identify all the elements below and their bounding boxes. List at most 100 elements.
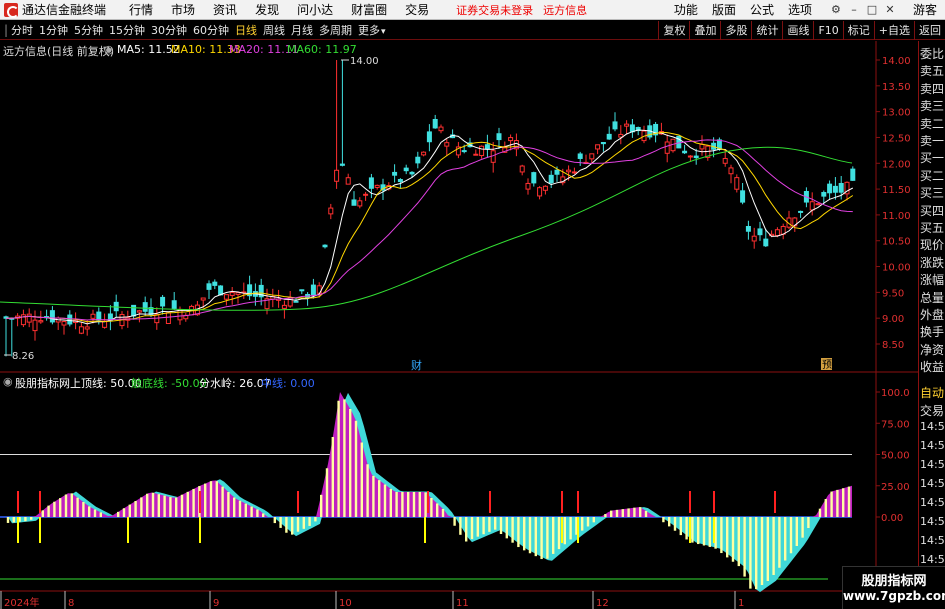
ma20-line	[5, 139, 853, 321]
candle-body	[821, 192, 827, 197]
period-weekly[interactable]: 周线	[263, 22, 285, 38]
maximize-icon[interactable]: □	[865, 3, 879, 16]
menu-bar: 通达信金融终端 行情 市场 资讯 发现 问小达 财富圈 交易 证券交易未登录 远…	[0, 0, 945, 20]
time-tick-label: 10	[339, 598, 352, 609]
candle-body	[461, 150, 467, 153]
menu-item-gongshi[interactable]: 公式	[750, 1, 774, 18]
candle-body	[693, 155, 699, 159]
period-15min[interactable]: 15分钟	[109, 22, 145, 38]
candle-body	[571, 171, 577, 174]
period-60min[interactable]: 60分钟	[193, 22, 229, 38]
tick-time-7: 14:56	[920, 553, 945, 566]
period-5min[interactable]: 5分钟	[74, 22, 103, 38]
candle-body	[496, 133, 502, 141]
add-watchlist-button[interactable]: +自选	[873, 20, 914, 40]
candle-body	[142, 302, 148, 312]
period-daily[interactable]: 日线	[235, 22, 257, 38]
candle-body	[664, 141, 670, 154]
price-tick-label: 12.00	[882, 159, 911, 170]
quote-sidebar: 委比 卖五 卖四 卖三 卖二 卖一 买一 买二 买三 买四 买五 现价 涨跌 涨幅 总量 外盘 换手 净资 收益 自动…	[918, 41, 945, 609]
watermark-line1: 股朋指标网	[861, 574, 927, 589]
candle-body	[131, 304, 137, 317]
candle-body	[310, 284, 316, 296]
candle-body	[392, 171, 398, 176]
menu-item-banmian[interactable]: 版面	[712, 1, 736, 18]
tick-time-0: 14:56	[920, 420, 945, 433]
candle-body	[357, 200, 363, 207]
period-30min[interactable]: 30分钟	[151, 22, 187, 38]
tick-time-2: 14:56	[920, 458, 945, 471]
candle-body	[432, 118, 438, 129]
guest-user[interactable]: 游客	[913, 1, 937, 18]
candle-body	[548, 174, 554, 184]
menu-item-hangqing[interactable]: 行情	[129, 1, 153, 18]
fuquan-button[interactable]: 复权	[658, 20, 689, 40]
candle-body	[444, 142, 450, 147]
mark-button[interactable]: 标记	[842, 20, 874, 40]
sidebar-field-13: 涨幅	[920, 273, 945, 288]
candle-body	[339, 163, 345, 166]
candle-body	[235, 292, 241, 295]
menu-item-zixun[interactable]: 资讯	[213, 1, 237, 18]
app-logo-icon	[4, 2, 19, 18]
indicator-toggle-icon[interactable]: ◉	[3, 375, 13, 388]
back-button[interactable]: 返回	[914, 20, 945, 40]
minimize-icon[interactable]: –	[847, 3, 861, 16]
sidebar-field-11: 现价	[920, 238, 945, 253]
menu-item-caifuquan[interactable]: 财富圈	[351, 1, 387, 18]
candle-body	[740, 190, 746, 203]
chart-canvas[interactable]: 14.00 13.50 13.00 12.50 12.00 11.50 11.00 10.50…	[0, 41, 918, 609]
candle-body	[96, 311, 102, 321]
sidebar-field-2: 卖四	[920, 81, 945, 96]
candle-body	[160, 296, 166, 307]
sidebar-trade-label[interactable]: 交易	[920, 402, 945, 419]
menu-item-jiaoyi[interactable]: 交易	[405, 1, 429, 18]
time-tick-label: 9	[213, 598, 219, 609]
menu-item-faxian[interactable]: 发现	[255, 1, 279, 18]
settings-icon[interactable]: ⚙	[829, 3, 843, 16]
candle-body	[368, 177, 374, 189]
candle-body	[531, 172, 537, 184]
period-1min[interactable]: 1分钟	[39, 22, 68, 38]
candle-body	[577, 153, 583, 159]
candle-body	[351, 199, 357, 206]
ma-toggle-icon[interactable]: ◉	[104, 43, 114, 56]
sidebar-auto-toggle[interactable]: 自动	[920, 384, 945, 401]
period-more-dropdown[interactable]: 更多	[358, 22, 386, 38]
indicator-tick-label: 50.00	[881, 451, 910, 462]
period-fenshi[interactable]: 分时	[11, 22, 33, 38]
candle-body	[223, 294, 229, 300]
login-notice[interactable]: 证券交易未登录	[456, 2, 533, 18]
candle-body	[745, 226, 751, 232]
menu-item-wenxiaoda[interactable]: 问小达	[297, 1, 333, 18]
sidebar-field-14: 总量	[920, 290, 945, 305]
statistics-button[interactable]: 统计	[751, 20, 782, 40]
price-tick-label: 10.50	[882, 237, 911, 248]
period-multi[interactable]: 多周期	[319, 22, 352, 38]
mid-line-label: 中线: 0.00	[261, 377, 315, 390]
menu-item-xuanxiang[interactable]: 选项	[788, 1, 812, 18]
menu-item-shichang[interactable]: 市场	[171, 1, 195, 18]
draw-line-button[interactable]: 画线	[782, 20, 813, 40]
watershed-label: 分水岭: 26.07	[199, 377, 271, 390]
sidebar-field-12: 涨跌	[920, 255, 945, 270]
indicator-tick-label: 25.00	[881, 482, 910, 493]
period-monthly[interactable]: 月线	[291, 22, 313, 38]
menu-item-gongneng[interactable]: 功能	[674, 1, 698, 18]
f10-button[interactable]: F10	[813, 20, 842, 40]
multi-stock-button[interactable]: 多股	[720, 20, 751, 40]
candle-body	[171, 300, 177, 309]
time-tick-label: 2024年	[4, 596, 39, 609]
candle-body	[484, 144, 490, 150]
overlay-button[interactable]: 叠加	[689, 20, 720, 40]
sidebar-field-9: 买四	[920, 203, 945, 218]
ma60-line	[0, 146, 853, 311]
price-tick-label: 11.00	[882, 211, 911, 222]
low-price-label: 8.26	[12, 351, 34, 362]
forecast-event-marker: 预	[822, 359, 832, 371]
candle-body	[589, 153, 595, 160]
time-tick-label: 1	[738, 598, 744, 609]
tick-time-1: 14:56	[920, 439, 945, 452]
close-icon[interactable]: ✕	[883, 3, 897, 16]
candle-body	[415, 156, 421, 164]
